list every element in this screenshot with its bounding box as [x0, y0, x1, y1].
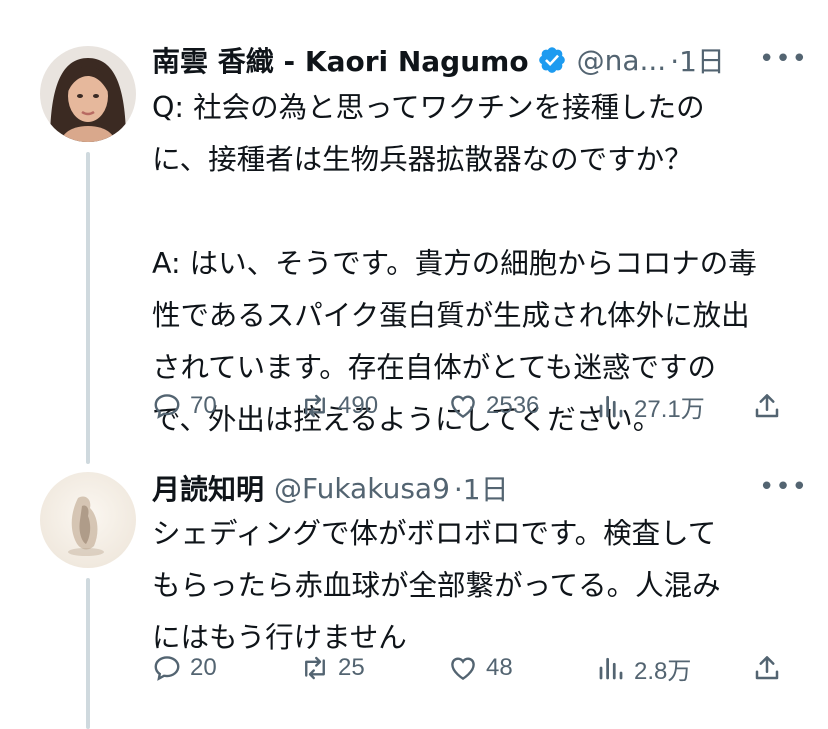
reply-icon: [154, 656, 180, 681]
reply-count: 20: [190, 654, 217, 681]
thread-line: [86, 578, 90, 729]
views-icon: [599, 657, 623, 680]
timestamp[interactable]: ·1日: [454, 468, 509, 508]
share-icon: [755, 656, 779, 680]
like-count: 48: [486, 654, 513, 681]
more-options-icon[interactable]: •••: [759, 472, 808, 502]
views-count: 27.1万: [634, 395, 705, 423]
like-button[interactable]: 2536: [448, 384, 539, 428]
more-options-icon[interactable]: •••: [759, 44, 808, 74]
heart-icon: [451, 657, 475, 681]
share-button[interactable]: [752, 646, 790, 690]
share-icon: [755, 394, 779, 418]
retweet-icon: [305, 656, 325, 680]
reply-icon: [154, 394, 180, 419]
like-count: 2536: [486, 392, 540, 419]
retweet-count: 490: [338, 392, 379, 419]
verified-badge-icon: [538, 47, 565, 73]
heart-icon: [451, 395, 475, 419]
tweet-text: シェディングで体がボロボロです。検査して もらったら赤血球が全部繋がってる。人混…: [152, 517, 721, 654]
avatar[interactable]: [40, 46, 136, 142]
views-count: 2.8万: [634, 657, 692, 685]
tweet-actions: 70 490 2536 27.1万: [152, 384, 792, 428]
reply-button[interactable]: 20: [152, 646, 217, 690]
display-name[interactable]: 月読知明: [152, 468, 264, 508]
views-button[interactable]: 27.1万: [596, 384, 705, 428]
tweet-header: 南雲 香織 - Kaori Nagumo @na... ·1日 •••: [152, 40, 808, 80]
user-handle[interactable]: @Fukakusa9: [274, 472, 450, 505]
avatar[interactable]: [40, 472, 136, 568]
retweet-button[interactable]: 490: [300, 384, 378, 428]
display-name[interactable]: 南雲 香織 - Kaori Nagumo: [152, 40, 529, 80]
tweet-header: 月読知明 @Fukakusa9 ·1日 •••: [152, 468, 808, 508]
thread-line: [86, 152, 90, 464]
reply-button[interactable]: 70: [152, 384, 217, 428]
views-icon: [599, 395, 623, 418]
retweet-count: 25: [338, 654, 365, 681]
share-button[interactable]: [752, 384, 790, 428]
user-handle[interactable]: @na...: [577, 44, 667, 77]
reply-count: 70: [190, 392, 217, 419]
like-button[interactable]: 48: [448, 646, 513, 690]
retweet-icon: [305, 394, 325, 418]
views-button[interactable]: 2.8万: [596, 646, 691, 690]
timestamp[interactable]: ·1日: [670, 40, 725, 80]
retweet-button[interactable]: 25: [300, 646, 365, 690]
tweet-actions: 20 25 48 2.8万: [152, 646, 792, 690]
